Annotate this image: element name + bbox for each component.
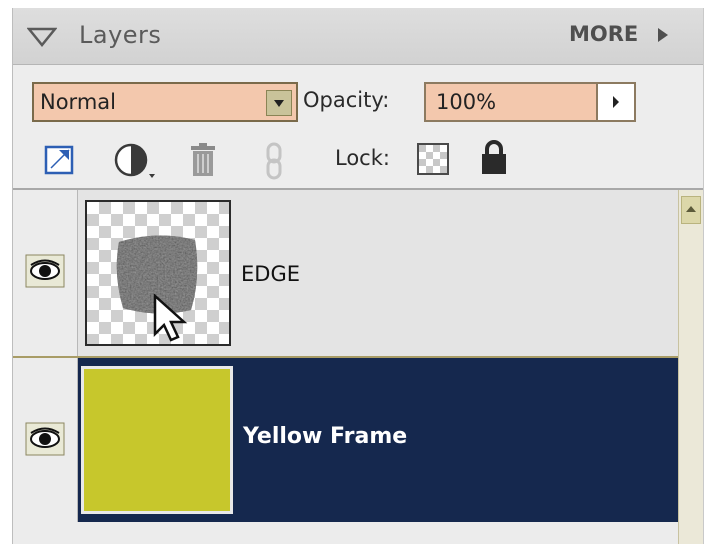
layers-list: EDGE Yellow Frame [13,188,703,544]
layer-name-edge: EDGE [241,262,300,286]
panel-title: Layers [79,21,162,49]
dropdown-button[interactable] [266,90,292,116]
visibility-column [13,190,78,356]
blend-mode-select[interactable]: Normal [32,82,298,122]
lock-icon[interactable] [479,138,509,176]
opacity-value: 100% [436,90,497,114]
lock-label: Lock: [335,146,390,170]
lock-transparency-icon[interactable] [417,143,449,175]
scroll-up-button[interactable] [681,196,701,224]
mouse-cursor-icon [153,294,188,342]
layer-row-edge[interactable]: EDGE [13,190,678,358]
more-arrow-icon[interactable] [657,27,669,43]
layer-name-yellow-frame: Yellow Frame [243,424,408,449]
vertical-scrollbar[interactable] [678,190,703,544]
panel-header[interactable]: Layers MORE [13,8,703,65]
opacity-label: Opacity: [303,88,390,112]
more-button[interactable]: MORE [569,22,638,46]
eye-icon[interactable] [25,422,65,456]
chevron-down-icon [274,100,284,107]
visibility-column [13,358,78,522]
layer-row-yellow-frame[interactable]: Yellow Frame [13,358,678,522]
link-icon[interactable] [263,142,285,180]
opacity-slider-button[interactable] [598,82,636,122]
layer-thumbnail-yellow-frame[interactable] [81,366,233,514]
eye-icon[interactable] [25,254,65,288]
opacity-input[interactable]: 100% [424,82,598,122]
layer-thumbnail-edge[interactable] [85,200,231,346]
layers-panel: Layers MORE Normal Opacity: 100% Lock: E… [12,8,704,544]
play-arrow-icon [613,96,619,108]
new-layer-icon[interactable] [43,144,75,176]
collapse-triangle-icon[interactable] [27,27,57,47]
adjustment-layer-icon[interactable] [113,142,157,182]
blend-mode-value: Normal [40,90,116,114]
chevron-up-icon [686,206,696,212]
trash-icon[interactable] [185,142,221,178]
